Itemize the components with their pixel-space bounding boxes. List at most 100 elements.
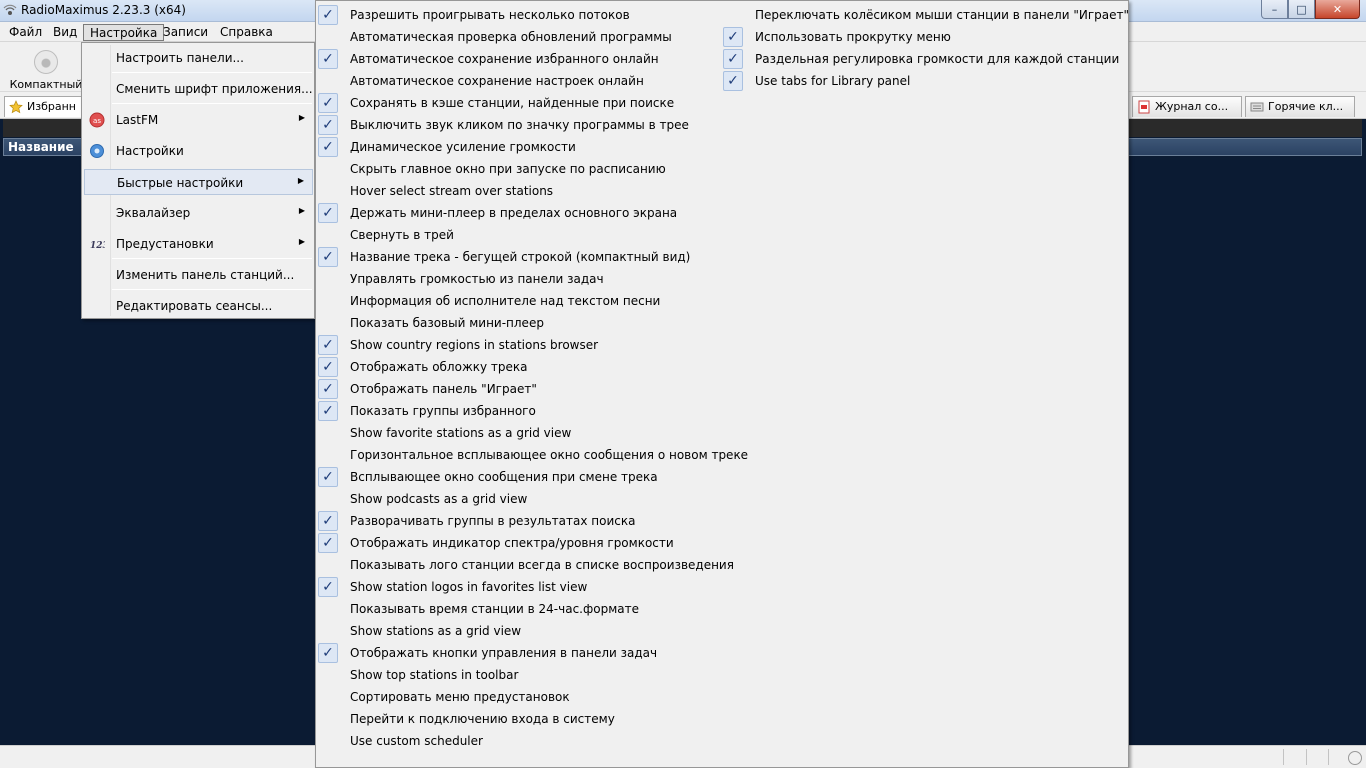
checkbox-empty <box>723 5 743 25</box>
quick-setting-item[interactable]: ✓ Разрешить проигрывать несколько потоков <box>316 4 720 26</box>
quick-setting-label: Использовать прокрутку меню <box>755 30 951 44</box>
quick-setting-label: Разрешить проигрывать несколько потоков <box>350 8 630 22</box>
checkbox-empty <box>318 159 338 179</box>
quick-setting-item[interactable]: Горизонтальное всплывающее окно сообщени… <box>316 444 748 466</box>
menu-settings[interactable]: Настройка <box>83 24 165 41</box>
quick-setting-item[interactable]: Показывать время станции в 24-час.формат… <box>316 598 720 620</box>
quick-setting-item[interactable]: ✓ Раздельная регулировка громкости для ка… <box>721 48 1125 70</box>
quick-setting-item[interactable]: ✓ Отображать индикатор спектра/уровня гро… <box>316 532 720 554</box>
quick-setting-label: Управлять громкостью из панели задач <box>350 272 604 286</box>
tab-hotkeys[interactable]: Горячие кл... <box>1245 96 1355 117</box>
quick-setting-item[interactable]: Показывать лого станции всегда в списке … <box>316 554 734 576</box>
menu-item-label: Редактировать сеансы... <box>116 299 273 313</box>
keyboard-icon <box>1250 102 1264 112</box>
menu-help[interactable]: Справка <box>214 24 279 41</box>
quick-setting-item[interactable]: Show podcasts as a grid view <box>316 488 720 510</box>
quick-setting-label: Разворачивать группы в результатах поиск… <box>350 514 636 528</box>
quick-setting-item[interactable]: ✓ Выключить звук кликом по значку програм… <box>316 114 720 136</box>
submenu-arrow-icon: ▶ <box>297 176 304 185</box>
quick-setting-label: Автоматическое сохранение настроек онлай… <box>350 74 644 88</box>
compact-view-button[interactable]: Компактный <box>8 48 84 91</box>
minimize-icon: – <box>1271 2 1278 16</box>
quick-setting-label: Отображать обложку трека <box>350 360 528 374</box>
menu-item-label: Эквалайзер <box>116 206 191 220</box>
menu-item-label: Быстрые настройки <box>117 176 244 190</box>
quick-setting-item[interactable]: ✓ Show station logos in favorites list vi… <box>316 576 720 598</box>
checkmark-icon: ✓ <box>318 203 338 223</box>
quick-setting-item[interactable]: Hover select stream over stations <box>316 180 720 202</box>
checkbox-empty <box>318 445 338 465</box>
quick-setting-label: Сохранять в кэше станции, найденные при … <box>350 96 675 110</box>
menu-item-change-font[interactable]: Сменить шрифт приложения... <box>84 76 313 102</box>
quick-setting-item[interactable]: Сортировать меню предустановок <box>316 686 720 708</box>
menu-item-edit-station-panel[interactable]: Изменить панель станций... <box>84 262 313 288</box>
window-title: RadioMaximus 2.23.3 (x64) <box>21 3 186 17</box>
checkbox-empty <box>318 489 338 509</box>
menu-separator <box>112 289 312 290</box>
maximize-button[interactable]: □ <box>1288 0 1315 19</box>
quick-setting-label: Динамическое усиление громкости <box>350 140 576 154</box>
quick-setting-item[interactable]: ✓ Автоматическое сохранение избранного он… <box>316 48 720 70</box>
close-button[interactable]: ✕ <box>1315 0 1360 19</box>
quick-setting-item[interactable]: ✓ Держать мини-плеер в пределах основного… <box>316 202 720 224</box>
tab-journal[interactable]: Журнал со... <box>1132 96 1242 117</box>
menu-file[interactable]: Файл <box>3 24 48 41</box>
quick-setting-item[interactable]: ✓ Всплывающее окно сообщения при смене тр… <box>316 466 720 488</box>
checkbox-empty <box>318 709 338 729</box>
quick-setting-label: Отображать панель "Играет" <box>350 382 537 396</box>
quick-setting-item[interactable]: Перейти к подключению входа в систему <box>316 708 720 730</box>
menu-item-quick-settings[interactable]: Быстрые настройки ▶ <box>84 169 313 195</box>
quick-setting-item[interactable]: ✓ Показать группы избранного <box>316 400 720 422</box>
menu-item-settings[interactable]: Настройки <box>84 138 313 164</box>
radio-app-icon <box>3 4 17 15</box>
quick-setting-item[interactable]: ✓ Отображать панель "Играет" <box>316 378 720 400</box>
checkmark-icon: ✓ <box>318 247 338 267</box>
svg-text:as: as <box>93 117 101 125</box>
menu-view[interactable]: Вид <box>47 24 83 41</box>
quick-setting-item[interactable]: ✓ Use tabs for Library panel <box>721 70 1125 92</box>
quick-setting-item[interactable]: Use custom scheduler <box>316 730 720 752</box>
quick-setting-item[interactable]: ✓ Сохранять в кэше станции, найденные при… <box>316 92 720 114</box>
minimize-button[interactable]: – <box>1261 0 1288 19</box>
quick-setting-item[interactable]: ✓ Разворачивать группы в результатах поис… <box>316 510 720 532</box>
quick-setting-item[interactable]: ✓ Использовать прокрутку меню <box>721 26 1125 48</box>
quick-setting-item[interactable]: ✓ Отображать обложку трека <box>316 356 720 378</box>
quick-setting-item[interactable]: Свернуть в трей <box>316 224 720 246</box>
checkbox-empty <box>318 423 338 443</box>
checkbox-empty <box>318 665 338 685</box>
menu-item-configure-panels[interactable]: Настроить панели... <box>84 45 313 71</box>
checkbox-empty <box>318 599 338 619</box>
quick-setting-item[interactable]: ✓ Динамическое усиление громкости <box>316 136 720 158</box>
menu-item-equalizer[interactable]: Эквалайзер ▶ <box>84 200 313 226</box>
menu-item-label: LastFM <box>116 113 159 127</box>
menu-records[interactable]: Записи <box>157 24 214 41</box>
quick-setting-item[interactable]: Автоматическая проверка обновлений прогр… <box>316 26 720 48</box>
quick-setting-item[interactable]: Переключать колёсиком мыши станции в пан… <box>721 4 1129 26</box>
submenu-arrow-icon: ▶ <box>298 206 305 215</box>
checkbox-empty <box>318 225 338 245</box>
quick-setting-item[interactable]: Show stations as a grid view <box>316 620 720 642</box>
quick-setting-label: Всплывающее окно сообщения при смене тре… <box>350 470 658 484</box>
quick-setting-item[interactable]: Скрыть главное окно при запуске по распи… <box>316 158 720 180</box>
quick-setting-item[interactable]: Автоматическое сохранение настроек онлай… <box>316 70 720 92</box>
quick-setting-item[interactable]: Показать базовый мини-плеер <box>316 312 720 334</box>
tab-favorites[interactable]: Избранн <box>4 96 84 117</box>
quick-setting-item[interactable]: ✓ Отображать кнопки управления в панели з… <box>316 642 720 664</box>
menu-item-presets[interactable]: 123 Предустановки ▶ <box>84 231 313 257</box>
menu-item-edit-sessions[interactable]: Редактировать сеансы... <box>84 293 313 319</box>
quick-setting-item[interactable]: Show favorite stations as a grid view <box>316 422 720 444</box>
svg-text:123: 123 <box>90 241 105 251</box>
quick-setting-item[interactable]: Show top stations in toolbar <box>316 664 720 686</box>
quick-setting-item[interactable]: Управлять громкостью из панели задач <box>316 268 720 290</box>
journal-icon <box>1138 100 1150 114</box>
menu-item-lastfm[interactable]: as LastFM ▶ <box>84 107 313 133</box>
resize-grip-icon[interactable] <box>1348 751 1362 765</box>
quick-setting-label: Show top stations in toolbar <box>350 668 519 682</box>
quick-setting-item[interactable]: ✓ Название трека - бегущей строкой (компа… <box>316 246 720 268</box>
quick-setting-item[interactable]: Информация об исполнителе над текстом пе… <box>316 290 720 312</box>
quick-setting-label: Сортировать меню предустановок <box>350 690 570 704</box>
checkmark-icon: ✓ <box>318 5 338 25</box>
quick-setting-label: Держать мини-плеер в пределах основного … <box>350 206 678 220</box>
quick-setting-item[interactable]: ✓ Show country regions in stations browse… <box>316 334 720 356</box>
checkbox-empty <box>318 555 338 575</box>
